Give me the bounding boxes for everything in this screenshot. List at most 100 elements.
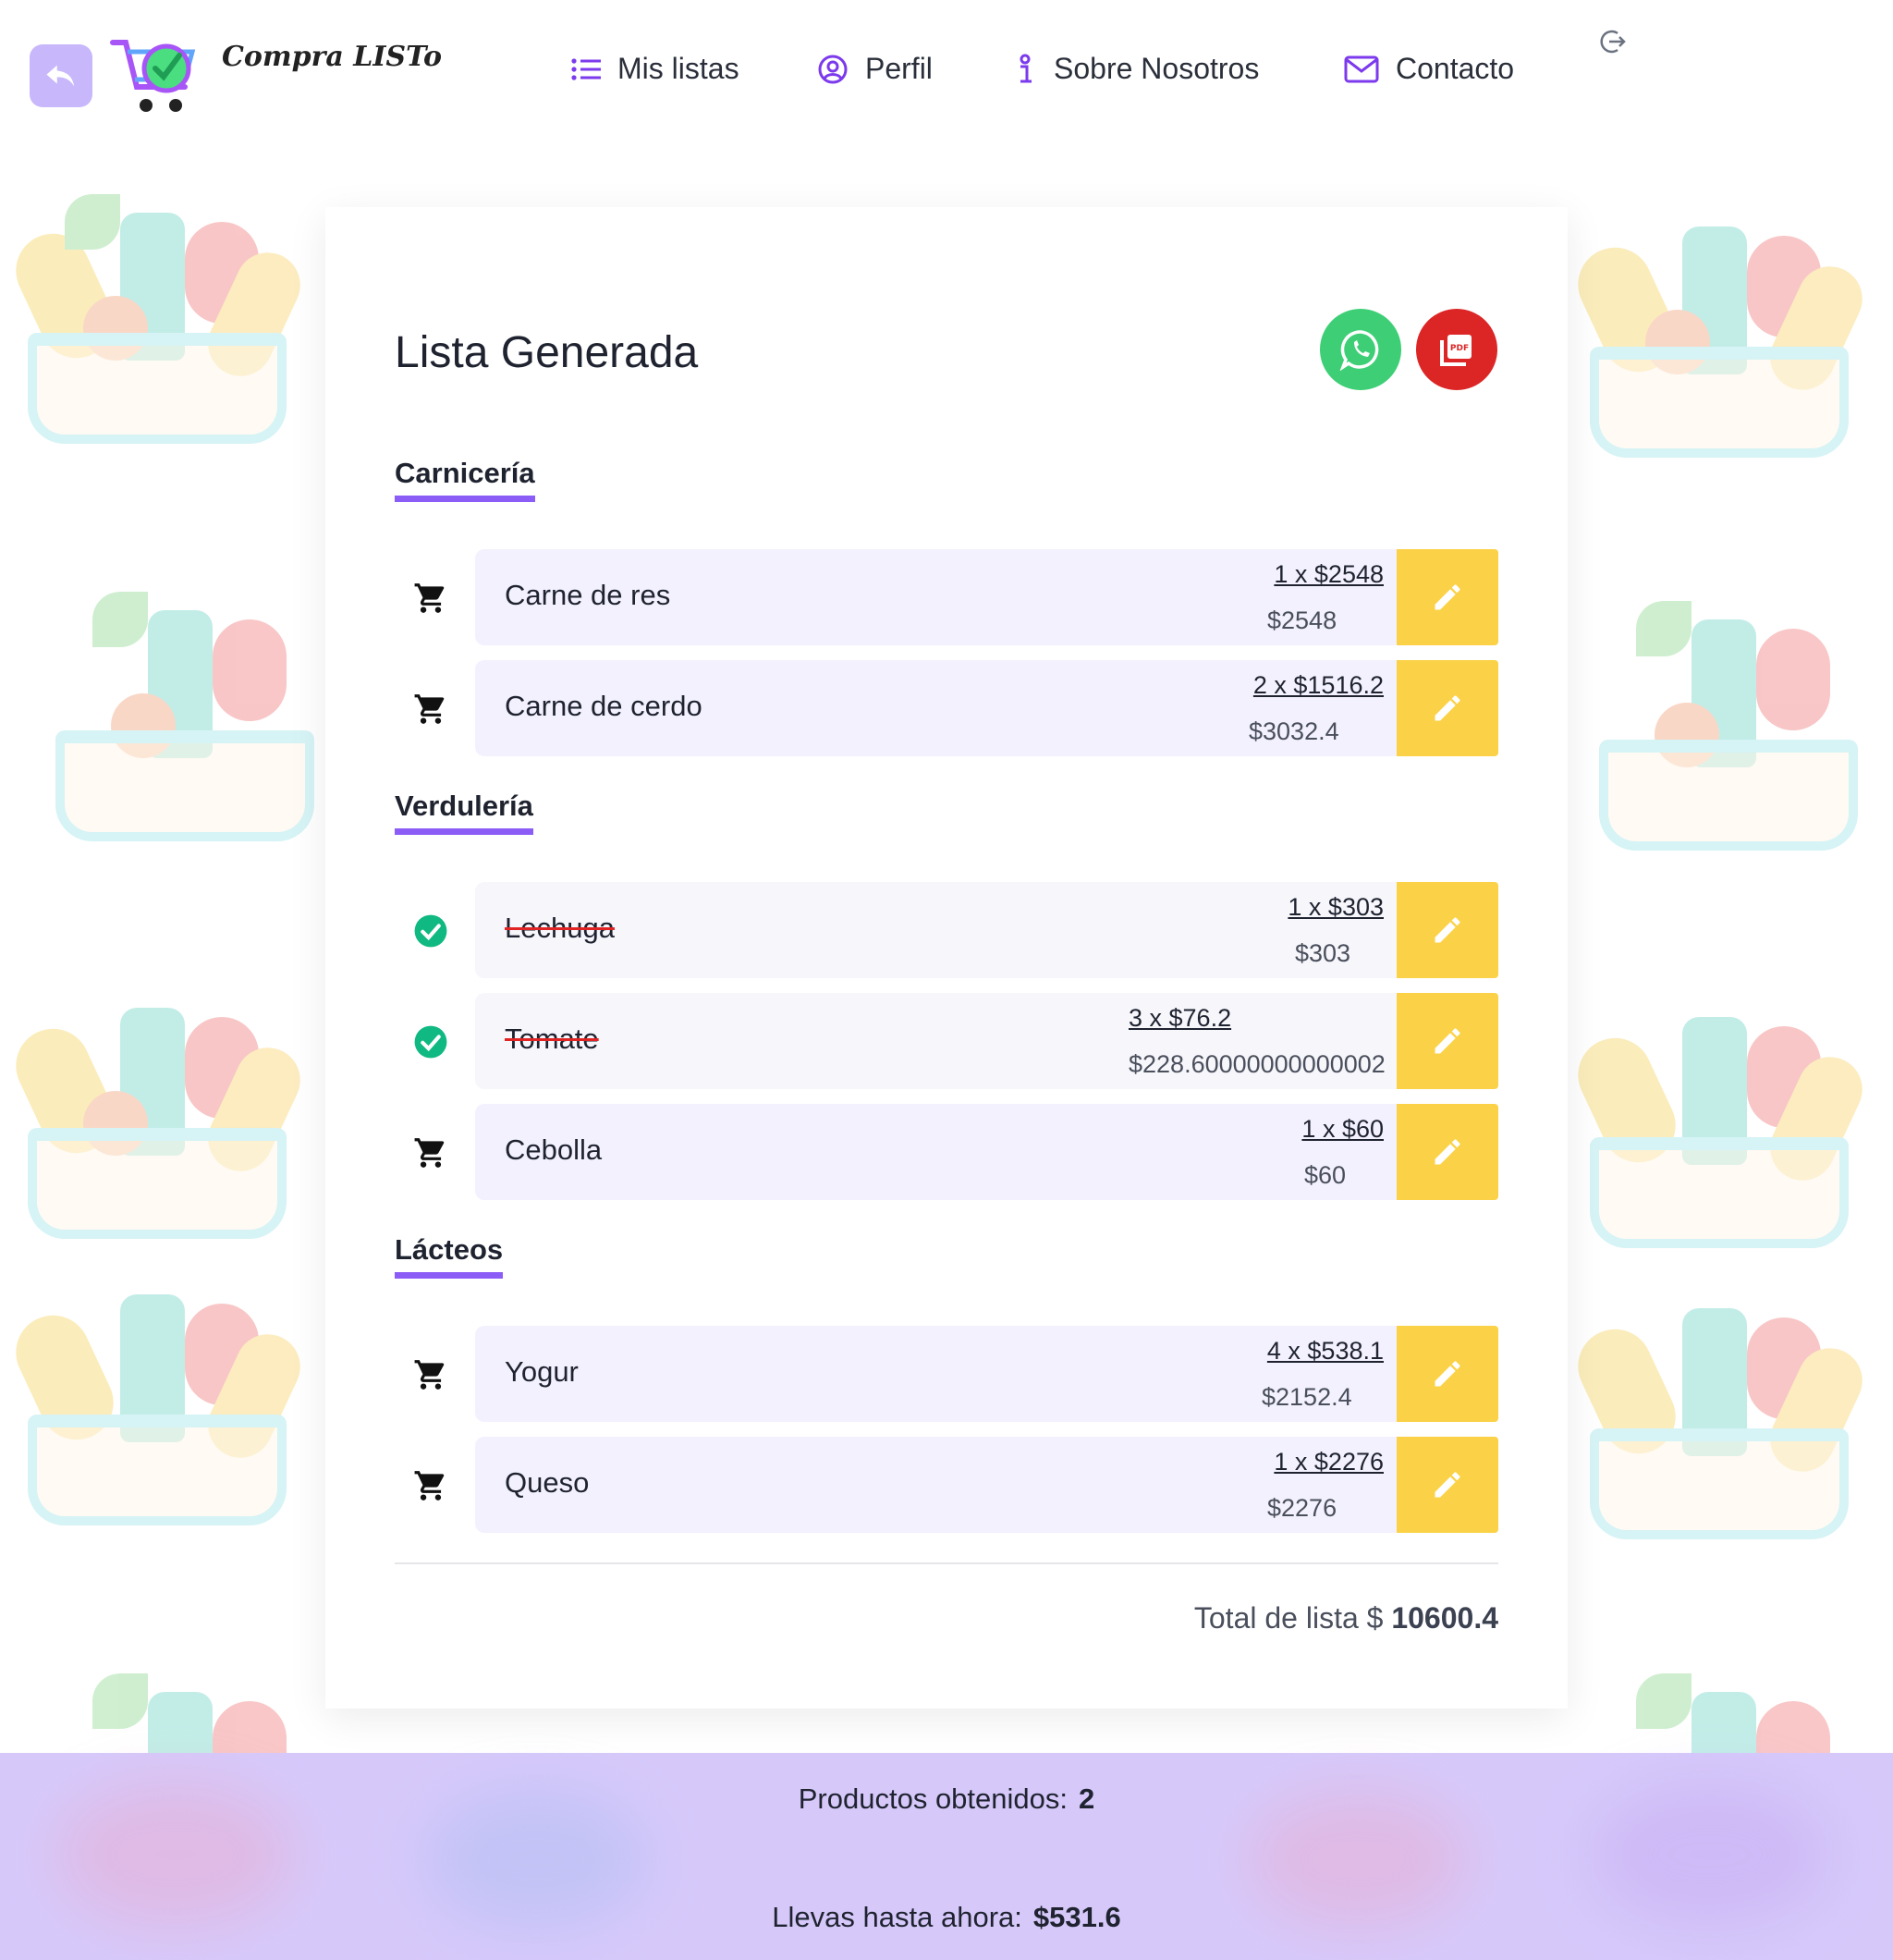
list-item: Cebolla 1 x $60 $60 <box>395 1104 1498 1200</box>
item-name: Queso <box>505 1466 590 1499</box>
edit-item-button[interactable] <box>1397 549 1498 645</box>
item-box[interactable]: Cebolla 1 x $60 $60 <box>475 1104 1397 1200</box>
top-navbar: Compra LISTo Mis listas Perfil Sobre Nos… <box>0 0 1893 139</box>
page-title: Lista Generada <box>395 328 699 377</box>
pencil-icon <box>1435 1472 1460 1498</box>
nav-label: Contacto <box>1396 52 1515 85</box>
user-circle-icon <box>818 55 848 83</box>
list-item: Yogur 4 x $538.1 $2152.4 <box>395 1326 1498 1422</box>
list-icon <box>571 57 601 80</box>
check-circle-icon <box>414 1025 447 1059</box>
edit-item-button[interactable] <box>1397 1326 1498 1422</box>
item-box[interactable]: Yogur 4 x $538.1 $2152.4 <box>475 1326 1397 1422</box>
products-obtained-label: Productos obtenidos: <box>798 1782 1068 1815</box>
summary-footer: Productos obtenidos: 2 Llevas hasta ahora… <box>0 1753 1893 1960</box>
quantity-price: 3 x $76.2 <box>1129 1004 1232 1032</box>
cart-icon <box>414 1138 445 1168</box>
price-column: 1 x $60 $60 <box>1301 1104 1397 1200</box>
basket-illustration <box>1562 1290 1876 1586</box>
nav-sobre-nosotros[interactable]: Sobre Nosotros <box>1013 52 1259 86</box>
nav-perfil[interactable]: Perfil <box>817 52 933 86</box>
quantity-price: 2 x $1516.2 <box>1252 671 1384 699</box>
item-name: Cebolla <box>505 1133 603 1166</box>
envelope-icon <box>1344 55 1379 82</box>
quantity-price: 1 x $2276 <box>1274 1448 1384 1476</box>
pencil-icon <box>1435 695 1460 721</box>
category-heading: Lácteos <box>395 1233 504 1279</box>
item-subtotal: $228.60000000000002 <box>1129 1050 1386 1078</box>
basket-illustration <box>0 194 314 490</box>
item-name: Carne de cerdo <box>505 690 702 722</box>
item-box[interactable]: Tomate 3 x $76.2 $228.60000000000002 <box>475 993 1397 1089</box>
whatsapp-icon <box>1339 330 1379 371</box>
spent-so-far-value: $531.6 <box>1032 1901 1121 1933</box>
price-column: 3 x $76.2 $228.60000000000002 <box>1129 993 1397 1089</box>
logout-icon <box>1600 30 1626 54</box>
cart-icon <box>414 694 445 724</box>
total-label: Total de lista $ <box>1193 1601 1384 1635</box>
item-box[interactable]: Lechuga 1 x $303 $303 <box>475 882 1397 978</box>
spent-so-far: Llevas hasta ahora: $531.6 <box>0 1901 1893 1934</box>
export-pdf-button[interactable]: PDF <box>1416 309 1497 390</box>
edit-item-button[interactable] <box>1397 882 1498 978</box>
basket-illustration <box>1571 601 1886 897</box>
quantity-price: 1 x $303 <box>1288 893 1384 921</box>
item-subtotal: $303 <box>1295 939 1351 967</box>
nav-label: Sobre Nosotros <box>1054 52 1260 85</box>
share-whatsapp-button[interactable] <box>1320 309 1401 390</box>
basket-illustration <box>0 989 314 1285</box>
edit-item-button[interactable] <box>1397 1437 1498 1533</box>
list-total: Total de lista $ 10600.4 <box>1194 1601 1498 1635</box>
list-item: Carne de cerdo 2 x $1516.2 $3032.4 <box>395 660 1498 756</box>
item-subtotal: $3032.4 <box>1249 717 1339 745</box>
price-column: 1 x $2276 $2276 <box>1267 1437 1397 1533</box>
item-name: Carne de res <box>505 579 671 611</box>
item-subtotal: $2276 <box>1267 1494 1337 1522</box>
item-box[interactable]: Carne de res 1 x $2548 $2548 <box>475 549 1397 645</box>
item-name: Tomate <box>505 1023 599 1055</box>
pencil-icon <box>1435 1361 1460 1387</box>
nav-mis-listas[interactable]: Mis listas <box>571 52 739 86</box>
info-icon <box>1020 54 1032 82</box>
total-value: 10600.4 <box>1391 1601 1498 1635</box>
category-heading: Carnicería <box>395 457 535 502</box>
edit-item-button[interactable] <box>1397 993 1498 1089</box>
app-logo-text: Compra LISTo <box>222 41 442 73</box>
spent-so-far-label: Llevas hasta ahora: <box>772 1901 1022 1933</box>
pencil-icon <box>1435 917 1460 943</box>
pencil-icon <box>1435 1139 1460 1165</box>
item-subtotal: $60 <box>1304 1161 1347 1189</box>
divider <box>395 1562 1498 1564</box>
basket-illustration <box>1562 998 1876 1294</box>
check-circle-icon <box>414 914 447 948</box>
products-obtained-value: 2 <box>1079 1782 1095 1815</box>
pencil-icon <box>1435 1028 1460 1054</box>
edit-item-button[interactable] <box>1397 660 1498 756</box>
pdf-icon: PDF <box>1440 335 1472 366</box>
list-item: Tomate 3 x $76.2 $228.60000000000002 <box>395 993 1498 1089</box>
item-box[interactable]: Queso 1 x $2276 $2276 <box>475 1437 1397 1533</box>
price-column: 2 x $1516.2 $3032.4 <box>1249 660 1397 756</box>
svg-text:PDF: PDF <box>1450 344 1469 353</box>
quantity-price: 1 x $60 <box>1301 1115 1384 1143</box>
nav-contacto[interactable]: Contacto <box>1344 52 1514 86</box>
pencil-icon <box>1435 584 1460 610</box>
reply-arrow-icon <box>46 65 75 87</box>
back-button[interactable] <box>30 44 92 107</box>
item-name: Lechuga <box>505 912 615 944</box>
item-subtotal: $2548 <box>1267 606 1337 634</box>
products-obtained: Productos obtenidos: 2 <box>0 1782 1893 1816</box>
list-item: Queso 1 x $2276 $2276 <box>395 1437 1498 1533</box>
quantity-price: 1 x $2548 <box>1274 560 1384 588</box>
item-box[interactable]: Carne de cerdo 2 x $1516.2 $3032.4 <box>475 660 1397 756</box>
nav-label: Perfil <box>865 52 933 85</box>
price-column: 1 x $2548 $2548 <box>1267 549 1397 645</box>
basket-illustration <box>0 1276 314 1572</box>
basket-illustration <box>1562 208 1876 504</box>
price-column: 1 x $303 $303 <box>1288 882 1397 978</box>
quantity-price: 4 x $538.1 <box>1266 1337 1384 1365</box>
logout-button[interactable] <box>1599 28 1627 59</box>
cart-icon <box>414 1471 445 1501</box>
edit-item-button[interactable] <box>1397 1104 1498 1200</box>
price-column: 4 x $538.1 $2152.4 <box>1262 1326 1397 1422</box>
